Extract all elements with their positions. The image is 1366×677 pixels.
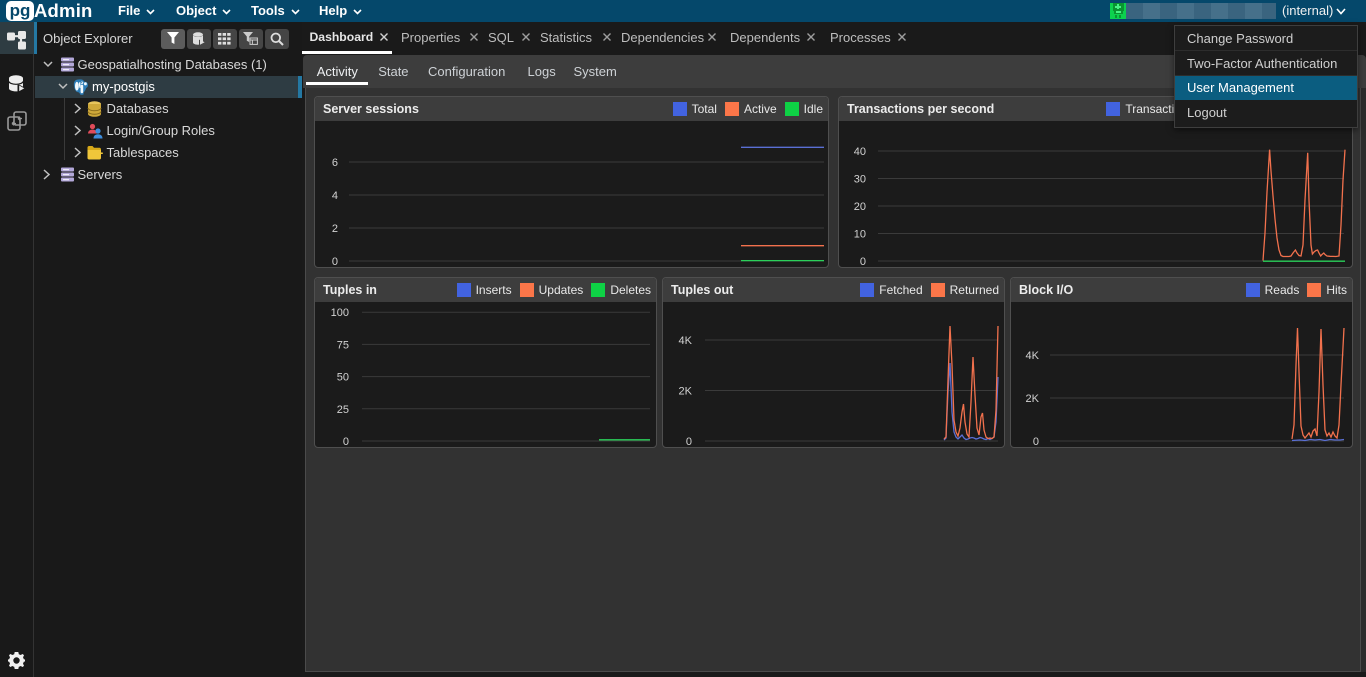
svg-text:75: 75 <box>337 339 349 351</box>
svg-text:2K: 2K <box>679 386 693 398</box>
svg-text:40: 40 <box>854 146 866 158</box>
svg-text:2: 2 <box>332 223 338 235</box>
svg-text:0: 0 <box>332 256 338 267</box>
svg-text:0: 0 <box>860 256 866 267</box>
svg-text:0: 0 <box>686 436 692 447</box>
svg-text:4K: 4K <box>679 335 693 347</box>
svg-text:50: 50 <box>337 372 349 384</box>
svg-text:6: 6 <box>332 157 338 169</box>
svg-text:100: 100 <box>331 307 349 319</box>
svg-text:25: 25 <box>337 404 349 416</box>
svg-text:30: 30 <box>854 174 866 186</box>
svg-text:0: 0 <box>1033 436 1039 447</box>
svg-text:4K: 4K <box>1026 350 1040 362</box>
svg-text:20: 20 <box>854 201 866 213</box>
svg-text:4: 4 <box>332 190 338 202</box>
svg-text:10: 10 <box>854 229 866 241</box>
svg-text:0: 0 <box>343 436 349 447</box>
svg-text:2K: 2K <box>1026 393 1040 405</box>
